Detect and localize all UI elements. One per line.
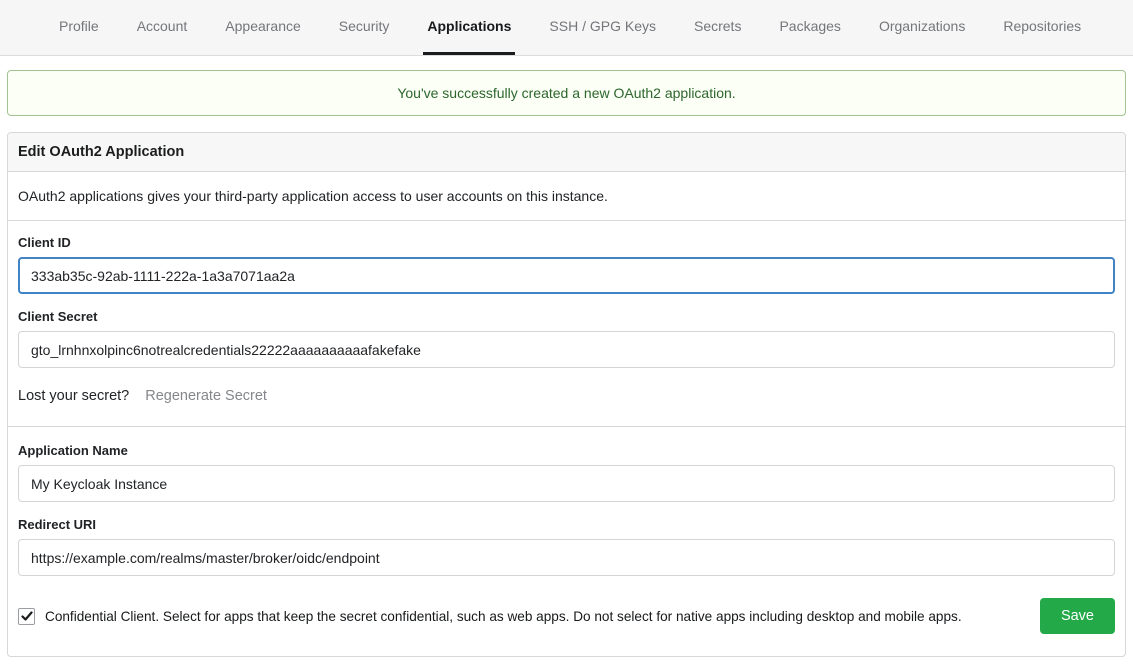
application-name-field: Application Name <box>18 443 1115 502</box>
client-id-label: Client ID <box>18 235 1115 250</box>
tab-appearance[interactable]: Appearance <box>221 0 305 55</box>
application-name-label: Application Name <box>18 443 1115 458</box>
redirect-uri-input[interactable] <box>18 539 1115 576</box>
tab-organizations[interactable]: Organizations <box>875 0 969 55</box>
client-secret-input[interactable] <box>18 331 1115 368</box>
tab-packages[interactable]: Packages <box>775 0 844 55</box>
tab-security[interactable]: Security <box>335 0 394 55</box>
edit-oauth2-panel: Edit OAuth2 Application OAuth2 applicati… <box>7 132 1126 657</box>
confidential-client-label: Confidential Client. Select for apps tha… <box>45 609 962 624</box>
application-name-input[interactable] <box>18 465 1115 502</box>
checkmark-icon <box>21 610 33 622</box>
oauth2-description: OAuth2 applications gives your third-par… <box>8 172 1125 221</box>
lost-secret-question: Lost your secret? <box>18 388 129 404</box>
lost-secret-row: Lost your secret? Regenerate Secret <box>18 388 1115 404</box>
save-button[interactable]: Save <box>1040 598 1115 634</box>
tab-repositories[interactable]: Repositories <box>999 0 1085 55</box>
settings-nav: Profile Account Appearance Security Appl… <box>0 0 1133 56</box>
oauth2-form: Client ID Client Secret Lost your secret… <box>8 221 1125 656</box>
regenerate-secret-link[interactable]: Regenerate Secret <box>145 388 267 404</box>
form-divider <box>8 426 1125 427</box>
tab-profile[interactable]: Profile <box>55 0 103 55</box>
confidential-client-checkbox-row[interactable]: Confidential Client. Select for apps tha… <box>18 608 962 625</box>
redirect-uri-label: Redirect URI <box>18 517 1115 532</box>
panel-title: Edit OAuth2 Application <box>8 133 1125 172</box>
client-id-field: Client ID <box>18 235 1115 294</box>
client-secret-field: Client Secret <box>18 309 1115 368</box>
confidential-client-checkbox[interactable] <box>18 608 35 625</box>
redirect-uri-field: Redirect URI <box>18 517 1115 576</box>
form-footer: Confidential Client. Select for apps tha… <box>18 598 1115 634</box>
success-flash-message: You've successfully created a new OAuth2… <box>7 70 1126 116</box>
tab-secrets[interactable]: Secrets <box>690 0 745 55</box>
client-secret-label: Client Secret <box>18 309 1115 324</box>
tab-account[interactable]: Account <box>133 0 192 55</box>
tab-applications[interactable]: Applications <box>423 0 515 55</box>
client-id-input[interactable] <box>18 257 1115 294</box>
tab-ssh-gpg-keys[interactable]: SSH / GPG Keys <box>545 0 660 55</box>
